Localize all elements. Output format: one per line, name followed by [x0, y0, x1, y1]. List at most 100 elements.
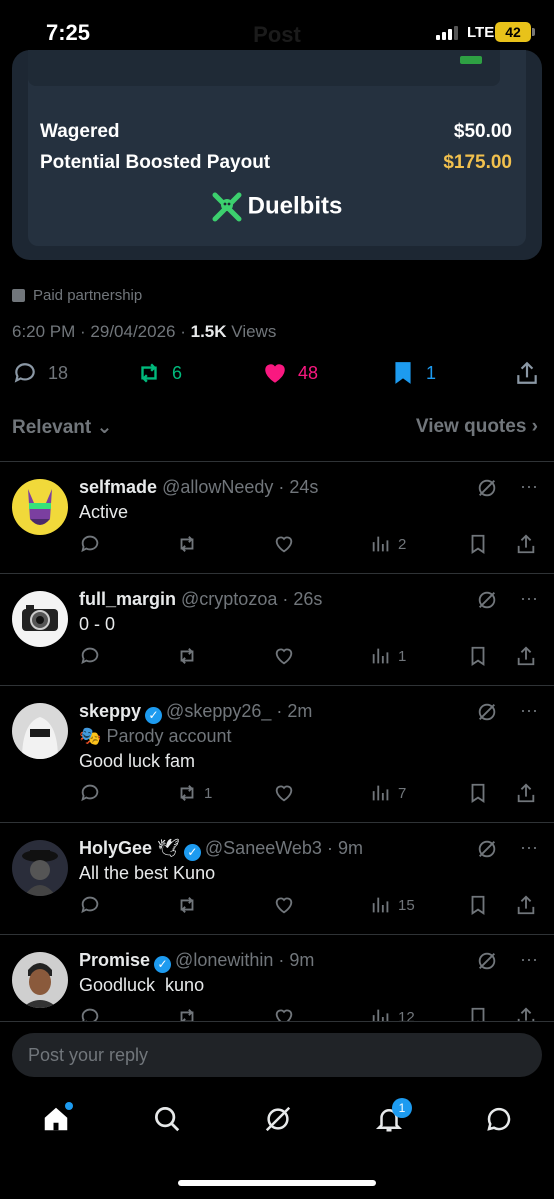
reply-comment-button[interactable]: [79, 645, 101, 667]
tab-search[interactable]: [152, 1104, 182, 1134]
reply-comment-button[interactable]: [79, 533, 101, 555]
reply-item[interactable]: full_margin @cryptozoa · 26s 0 - 0 ··· 1: [0, 574, 554, 685]
home-indicator[interactable]: [178, 1180, 376, 1186]
reply-bookmark-button[interactable]: [467, 894, 489, 916]
reply-item[interactable]: skeppy ✓ @skeppy26_ · 2m 🎭 Parody account …: [0, 686, 554, 822]
like-button[interactable]: 48: [262, 360, 318, 386]
tab-grok[interactable]: [263, 1104, 293, 1134]
reply-share-button[interactable]: [515, 1006, 537, 1021]
avatar[interactable]: [12, 703, 68, 759]
reply-share-button[interactable]: [515, 533, 537, 555]
tab-messages[interactable]: [484, 1104, 514, 1134]
reply-comment-button[interactable]: [79, 894, 101, 916]
like-count: 48: [298, 362, 319, 383]
reply-views[interactable]: 1: [370, 645, 406, 667]
reply-handle[interactable]: @skeppy26_: [166, 701, 271, 721]
reply-item[interactable]: Promise ✓ @lonewithin · 9m Goodluck kuno ·…: [0, 935, 554, 1021]
share-icon: [517, 1007, 535, 1021]
bookmark-icon: [471, 895, 485, 915]
avatar[interactable]: [12, 840, 68, 896]
share-button[interactable]: [514, 360, 540, 386]
grok-icon[interactable]: [476, 589, 498, 611]
heart-icon: [275, 785, 293, 802]
more-icon[interactable]: ···: [520, 701, 538, 723]
bet-card[interactable]: Wagered $50.00 Potential Boosted Payout …: [12, 50, 542, 260]
view-quotes-link[interactable]: View quotes ›: [416, 416, 538, 438]
views-icon: [372, 1009, 389, 1021]
tab-home[interactable]: [41, 1102, 73, 1134]
reply-like-button[interactable]: [273, 782, 295, 804]
reply-icon: [14, 363, 35, 383]
reply-handle[interactable]: @lonewithin: [175, 950, 273, 970]
reply-repost-button[interactable]: [176, 1006, 204, 1021]
more-icon[interactable]: ···: [520, 950, 538, 972]
divider: [0, 1021, 554, 1022]
reply-author[interactable]: Promise: [79, 950, 150, 970]
reply-author[interactable]: HolyGee: [79, 838, 152, 858]
share-icon: [517, 361, 537, 384]
bookmark-button[interactable]: 1: [390, 360, 436, 386]
reply-like-button[interactable]: [273, 645, 295, 667]
reply-views[interactable]: 15: [370, 894, 415, 916]
grok-icon[interactable]: [476, 477, 498, 499]
repost-button[interactable]: 6: [136, 360, 182, 386]
heart-icon: [275, 648, 293, 665]
avatar[interactable]: [12, 479, 68, 535]
brand-name: Duelbits: [247, 192, 343, 220]
reply-repost-button[interactable]: [176, 533, 204, 555]
reply-repost-button[interactable]: [176, 894, 204, 916]
reply-bookmark-button[interactable]: [467, 782, 489, 804]
avatar[interactable]: [12, 952, 68, 1008]
reply-age: 24s: [289, 477, 319, 497]
reply-button[interactable]: 18: [12, 360, 68, 386]
repost-icon: [180, 897, 194, 913]
bookmark-count: 1: [426, 362, 437, 383]
reply-bookmark-button[interactable]: [467, 1006, 489, 1021]
reply-handle[interactable]: @allowNeedy: [162, 477, 273, 497]
reply-bookmark-button[interactable]: [467, 645, 489, 667]
paid-partnership-icon: [12, 289, 25, 302]
reply-author[interactable]: selfmade: [79, 477, 157, 497]
views-icon: [372, 785, 389, 801]
tab-notifications[interactable]: 1: [374, 1098, 412, 1134]
reply-like-button[interactable]: [273, 533, 295, 555]
reply-item[interactable]: HolyGee 🕊 ✓ @SaneeWeb3 · 9m All the best K…: [0, 823, 554, 934]
chevron-down-icon: ⌄: [96, 417, 113, 438]
reply-input[interactable]: Post your reply: [12, 1033, 542, 1077]
more-icon[interactable]: ···: [520, 589, 538, 611]
grok-icon[interactable]: [476, 701, 498, 723]
post-time: 6:20 PM: [12, 322, 76, 341]
avatar[interactable]: [12, 591, 68, 647]
reply-comment-button[interactable]: [79, 1006, 101, 1021]
reply-bookmark-button[interactable]: [467, 533, 489, 555]
reply-views[interactable]: 2: [370, 533, 406, 555]
share-icon: [517, 783, 535, 803]
reply-handle[interactable]: @SaneeWeb3: [205, 838, 322, 858]
reply-text: All the best Kuno: [79, 863, 216, 883]
reply-like-button[interactable]: [273, 1006, 295, 1021]
reply-like-button[interactable]: [273, 894, 295, 916]
reply-actions: 1 7: [79, 782, 539, 806]
repost-count: 6: [172, 362, 183, 383]
reply-repost-button[interactable]: 1: [176, 782, 212, 804]
reply-share-button[interactable]: [515, 645, 537, 667]
repost-icon: [180, 1009, 194, 1021]
reply-comment-button[interactable]: [79, 782, 101, 804]
reply-views[interactable]: 7: [370, 782, 406, 804]
sort-dropdown[interactable]: Relevant ⌄: [12, 417, 112, 438]
grok-icon[interactable]: [476, 950, 498, 972]
reply-item[interactable]: selfmade @allowNeedy · 24s Active ··· 2: [0, 462, 554, 573]
reply-author[interactable]: full_margin: [79, 589, 176, 609]
view-quotes-label: View quotes: [415, 416, 527, 437]
more-icon[interactable]: ···: [520, 838, 538, 860]
reply-share-button[interactable]: [515, 782, 537, 804]
reply-repost-button[interactable]: [176, 645, 204, 667]
more-icon[interactable]: ···: [520, 477, 538, 499]
grok-icon[interactable]: [476, 838, 498, 860]
reply-share-button[interactable]: [515, 894, 537, 916]
heart-icon: [275, 1009, 293, 1021]
reply-author[interactable]: skeppy: [79, 701, 141, 721]
reply-views[interactable]: 12: [370, 1006, 415, 1021]
reply-icon: [81, 896, 99, 914]
reply-handle[interactable]: @cryptozoa: [181, 589, 277, 609]
